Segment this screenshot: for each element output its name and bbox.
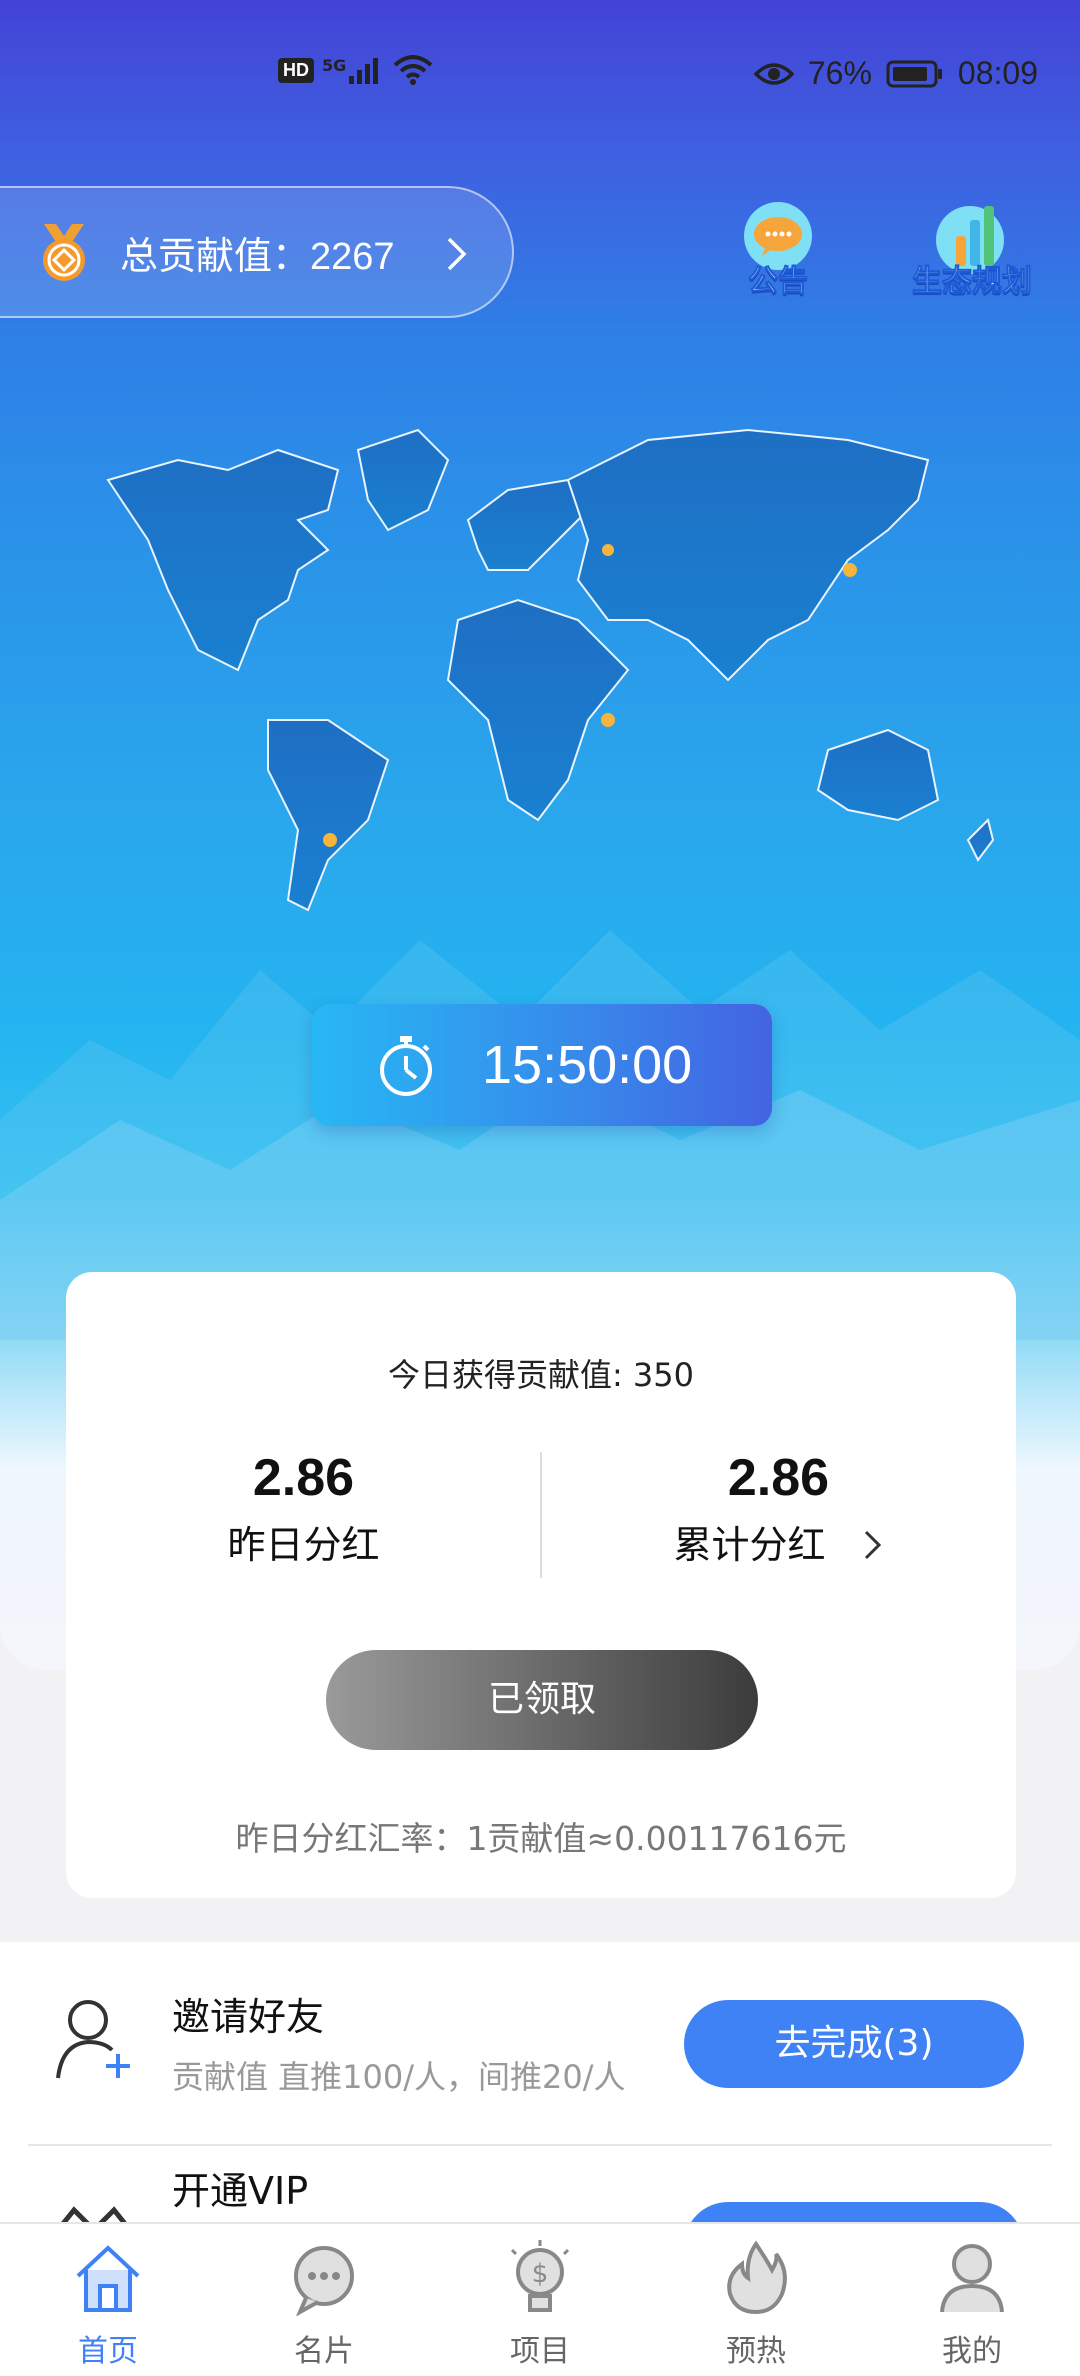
battery-icon: [886, 60, 942, 87]
timer-value: 15:50:00: [482, 1035, 693, 1095]
nav-label: 预热: [726, 2334, 786, 2369]
yesterday-dividend: 2.86 昨日分红: [66, 1448, 541, 1569]
nav-label: 项目: [510, 2334, 570, 2369]
stopwatch-icon: [380, 1036, 432, 1096]
task-invite-friends: 邀请好友 贡献值 直推100/人，间推20/人 去完成(3): [28, 1942, 1052, 2142]
task-subtitle: 贡献值 直推100/人，间推20/人: [172, 2058, 626, 2096]
medal-icon: [43, 224, 85, 281]
total-dividend-value: 2.86: [727, 1449, 830, 1507]
flame-icon: [727, 2240, 787, 2315]
bottom-nav: 首页 名片 $ 项目 预热 我的: [0, 2222, 1080, 2376]
nav-label: 首页: [78, 2334, 138, 2369]
total-dividend[interactable]: 2.86 累计分红: [541, 1448, 1016, 1569]
chat-bubble-icon: [294, 2246, 354, 2316]
task-open-vip: 开通VIP: [28, 2146, 1052, 2222]
claim-button[interactable]: 已领取: [326, 1650, 758, 1750]
home-icon: [76, 2245, 140, 2312]
hd-indicator: HD: [278, 57, 314, 83]
user-icon: [940, 2244, 1004, 2313]
lightbulb-dollar-icon: $: [510, 2240, 570, 2312]
crown-icon: [61, 2206, 127, 2222]
world-map: [106, 428, 995, 912]
exchange-rate-text: 昨日分红汇率：1贡献值≈0.00117616元: [235, 1819, 847, 1858]
total-dividend-label: 累计分红: [541, 1514, 1016, 1569]
total-dividend-text: 累计分红: [673, 1523, 826, 1567]
nav-preheat[interactable]: 预热: [648, 2224, 864, 2376]
vip-task-button[interactable]: [684, 2202, 1024, 2222]
signal-label: 5G: [322, 56, 347, 75]
dividend-card: 今日获得贡献值: 350 2.86 昨日分红 2.86 累计分红 已领取 昨日分…: [66, 1272, 1016, 1898]
svg-text:$: $: [532, 2259, 549, 2289]
total-contribution-text: 总贡献值：2267: [120, 235, 395, 278]
yesterday-dividend-label: 昨日分红: [227, 1523, 380, 1567]
total-contribution-pill[interactable]: 总贡献值：2267: [0, 186, 514, 318]
wifi-icon: [393, 55, 433, 85]
countdown-timer: 15:50:00: [312, 1004, 772, 1126]
yesterday-dividend-value: 2.86: [252, 1449, 355, 1507]
ecology-plan-label: 生态规划: [912, 264, 1033, 300]
task-title: 开通VIP: [172, 2169, 309, 2213]
today-contribution: 今日获得贡献值: 350: [387, 1356, 695, 1394]
nav-home[interactable]: 首页: [0, 2224, 216, 2376]
announcement-button[interactable]: 公告: [718, 200, 838, 310]
add-user-icon: [56, 2000, 130, 2079]
nav-label: 名片: [294, 2334, 354, 2369]
nav-mine[interactable]: 我的: [864, 2224, 1080, 2376]
nav-card[interactable]: 名片: [216, 2224, 432, 2376]
chevron-right-icon: [447, 237, 467, 271]
status-bar: HD 5G 76% 08:09: [0, 0, 1080, 150]
nav-project[interactable]: $ 项目: [432, 2224, 648, 2376]
signal-icon: 5G: [322, 56, 385, 84]
chevron-right-icon: [864, 1530, 881, 1560]
complete-task-button[interactable]: 去完成(3): [684, 2000, 1024, 2088]
nav-label: 我的: [942, 2334, 1002, 2369]
battery-percent: 76%: [807, 55, 872, 91]
eye-icon: [753, 62, 794, 85]
task-title: 邀请好友: [172, 1995, 325, 2039]
ecology-plan-button[interactable]: 生态规划: [902, 200, 1042, 310]
announcement-label: 公告: [748, 264, 809, 300]
clock: 08:09: [957, 55, 1038, 91]
